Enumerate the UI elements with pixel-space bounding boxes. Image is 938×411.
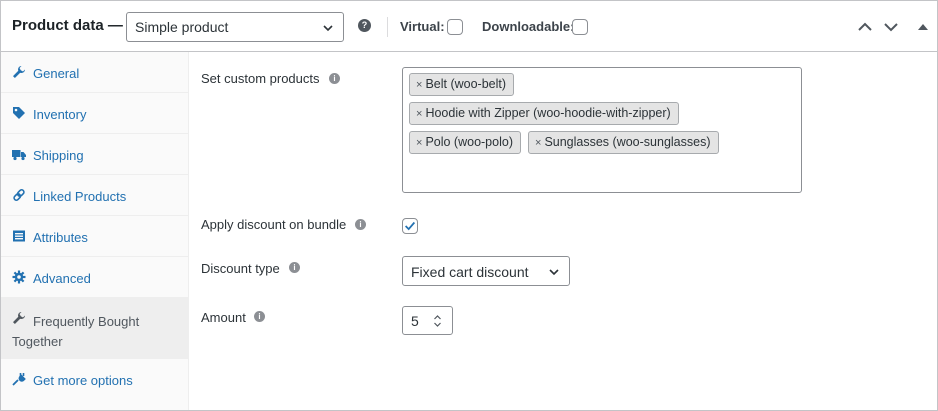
truck-icon <box>12 150 26 161</box>
product-type-value: Simple product <box>135 19 229 35</box>
chip-label: Sunglasses (woo-sunglasses) <box>544 135 711 149</box>
product-chip: × Sunglasses (woo-sunglasses) <box>528 131 719 154</box>
tab-frequently-bought-together[interactable]: Frequently Bought Together <box>1 298 189 359</box>
apply-discount-label: Apply discount on bundle <box>201 217 347 232</box>
chip-label: Hoodie with Zipper (woo-hoodie-with-zipp… <box>425 106 671 120</box>
virtual-checkbox[interactable] <box>447 19 463 35</box>
help-icon[interactable]: i <box>289 262 300 273</box>
link-icon <box>13 189 25 201</box>
product-chip: × Hoodie with Zipper (woo-hoodie-with-zip… <box>409 102 679 125</box>
amount-label: Amount <box>201 310 246 325</box>
tab-get-more-options[interactable]: Get more options <box>1 359 189 400</box>
tab-label: Advanced <box>33 271 91 286</box>
move-down-icon[interactable] <box>882 18 900 36</box>
help-icon[interactable]: i <box>329 73 340 84</box>
tab-label: Linked Products <box>33 189 127 204</box>
custom-products-label: Set custom products <box>201 71 320 86</box>
custom-products-select[interactable]: × Belt (woo-belt) × Hoodie with Zipper (wo… <box>402 67 802 193</box>
product-type-select[interactable]: Simple product <box>126 12 344 42</box>
downloadable-label: Downloadable: <box>482 19 575 34</box>
help-icon[interactable]: i <box>254 311 265 322</box>
amount-input[interactable]: 5 <box>402 306 453 335</box>
chip-label: Polo (woo-polo) <box>425 135 513 149</box>
chevron-down-icon <box>323 25 333 32</box>
chevron-down-icon <box>549 269 559 276</box>
panel-title: Product data — <box>12 17 123 34</box>
chip-label: Belt (woo-belt) <box>425 77 507 91</box>
checkmark-icon <box>405 221 416 231</box>
product-data-panel: Product data — Simple product ? Virtual:… <box>0 0 938 411</box>
tab-label: General <box>33 66 80 81</box>
tab-inventory[interactable]: Inventory <box>1 93 189 134</box>
gear-icon <box>12 270 26 284</box>
help-icon[interactable]: i <box>355 219 366 230</box>
panel-header: Product data — Simple product ? Virtual:… <box>1 1 937 52</box>
tag-icon <box>13 107 25 119</box>
discount-type-value: Fixed cart discount <box>411 264 529 280</box>
tab-advanced[interactable]: Advanced <box>1 257 189 298</box>
table-icon <box>13 230 25 242</box>
tab-linked-products[interactable]: Linked Products <box>1 175 189 216</box>
tab-shipping[interactable]: Shipping <box>1 134 189 175</box>
product-data-tabs: General Inventory Shipping Linked Produc… <box>1 52 189 410</box>
virtual-label: Virtual: <box>400 19 445 34</box>
remove-icon[interactable]: × <box>416 137 422 149</box>
product-chip: × Polo (woo-polo) <box>409 131 521 154</box>
remove-icon[interactable]: × <box>416 108 422 120</box>
downloadable-checkbox[interactable] <box>572 19 588 35</box>
tab-label: Attributes <box>33 230 88 245</box>
amount-value: 5 <box>411 313 419 329</box>
discount-type-select[interactable]: Fixed cart discount <box>402 256 570 286</box>
tab-label: Get more options <box>33 373 133 388</box>
tab-label: Shipping <box>33 148 84 163</box>
remove-icon[interactable]: × <box>535 137 541 149</box>
discount-type-label: Discount type <box>201 261 280 276</box>
plug-icon <box>12 373 26 386</box>
tab-general[interactable]: General <box>1 52 189 93</box>
tab-label: Inventory <box>33 107 87 122</box>
move-up-icon[interactable] <box>856 18 874 36</box>
remove-icon[interactable]: × <box>416 79 422 91</box>
help-icon[interactable]: ? <box>358 19 371 32</box>
header-divider <box>387 17 388 37</box>
wrench-icon <box>13 66 25 78</box>
product-chip: × Belt (woo-belt) <box>409 73 515 96</box>
tab-attributes[interactable]: Attributes <box>1 216 189 257</box>
toggle-panel-icon[interactable] <box>914 18 932 36</box>
apply-discount-checkbox[interactable] <box>402 218 418 234</box>
tab-label: Frequently Bought Together <box>12 314 140 349</box>
stepper-icon[interactable] <box>433 314 442 328</box>
